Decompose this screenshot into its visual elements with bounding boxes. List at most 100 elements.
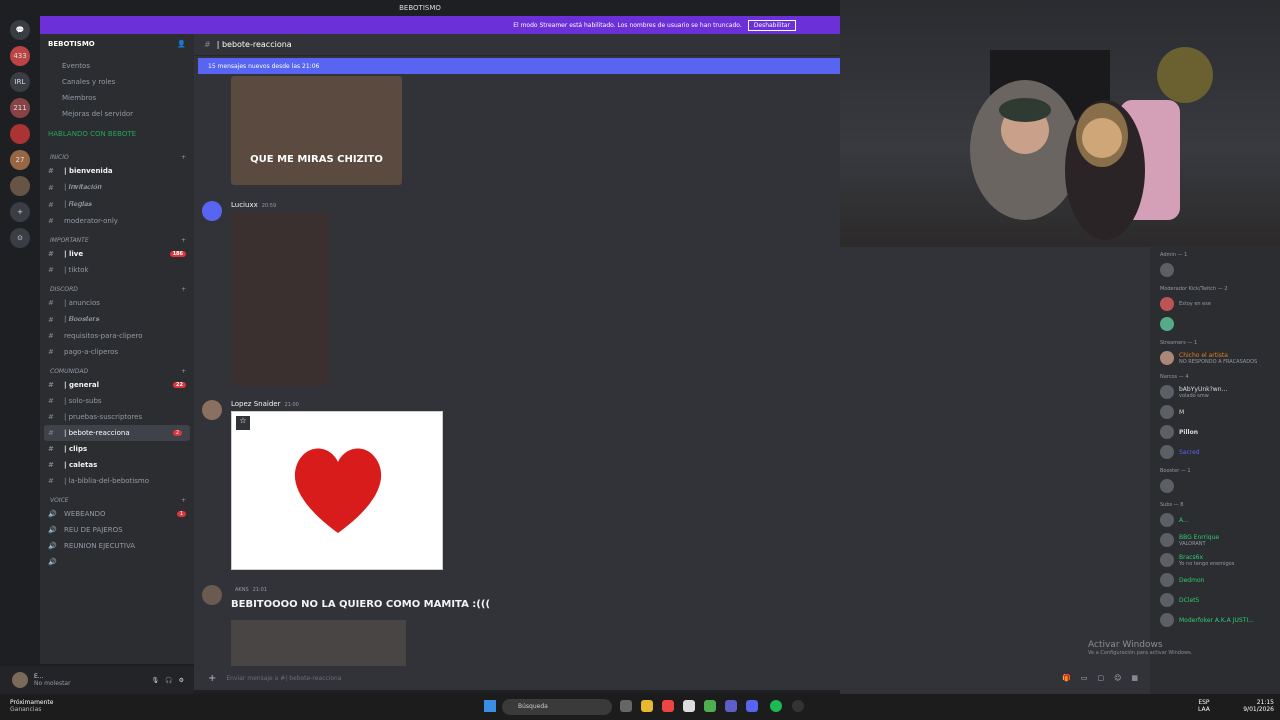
taskbar-search[interactable]: Búsqueda [502, 699, 612, 715]
channel-item[interactable]: # | clips [40, 441, 194, 457]
message-input[interactable]: Enviar mensaje a #| bebote-reacciona [226, 675, 341, 682]
attached-image[interactable] [231, 620, 406, 666]
star-icon[interactable]: ☆ [236, 416, 250, 430]
dm-icon[interactable]: 💬 [10, 20, 30, 40]
channel-item[interactable]: # pago-a-cliperos [40, 344, 194, 360]
channel-item[interactable]: # | bienvenida [40, 163, 194, 179]
voice-channel-item[interactable]: 🔊 REU DE PAJEROS [40, 522, 194, 538]
category-discord[interactable]: DISCORD + [40, 278, 194, 295]
channel-item[interactable]: # | caletas [40, 457, 194, 473]
message-author[interactable]: Lopez Snaider [231, 400, 280, 408]
server-icon[interactable] [10, 124, 30, 144]
category-voice[interactable]: VOICE + [40, 489, 194, 506]
avatar[interactable] [202, 201, 222, 221]
channel-item[interactable]: # | 𝑩𝒐𝒐𝒔𝒕𝒆𝒓𝒔 [40, 311, 194, 328]
explore-icon[interactable]: ⊙ [10, 228, 30, 248]
member-item[interactable]: bAbYyUnk?wn... volado smw [1150, 382, 1280, 402]
member-item[interactable]: Dedmon [1150, 570, 1280, 590]
message-author[interactable]: Luciuxx [231, 201, 258, 209]
file-explorer-icon[interactable] [641, 700, 653, 712]
meme-image[interactable]: QUE ME MIRAS CHIZITO [231, 76, 402, 185]
clock[interactable]: 21:15 9/01/2026 [1243, 699, 1274, 713]
add-channel-icon[interactable]: + [181, 237, 186, 244]
add-channel-icon[interactable]: + [181, 368, 186, 375]
add-server-icon[interactable]: + [10, 202, 30, 222]
voice-channel-item[interactable]: 🔊 [40, 554, 194, 570]
headphones-icon[interactable]: 🎧 [165, 677, 172, 684]
member-item[interactable] [1150, 260, 1280, 280]
channel-item-active[interactable]: # | bebote-reacciona 2 [44, 425, 190, 441]
voice-stage-item[interactable]: HABLANDO CON BEBOTE [40, 122, 194, 146]
member-item[interactable]: Sacred [1150, 442, 1280, 462]
channel-item[interactable]: # | tiktok [40, 262, 194, 278]
category-importante[interactable]: IMPORTANTE + [40, 229, 194, 246]
member-item[interactable]: Pillon [1150, 422, 1280, 442]
member-item[interactable]: M [1150, 402, 1280, 422]
member-item[interactable]: DClet5 [1150, 590, 1280, 610]
weather-widget[interactable]: Próximamente Ganancias [10, 699, 53, 713]
member-item[interactable] [1150, 476, 1280, 496]
calendar-icon[interactable] [683, 700, 695, 712]
channel-item[interactable]: # moderator-only [40, 213, 194, 229]
server-icon[interactable]: 211 [10, 98, 30, 118]
mic-icon[interactable]: 🎙 [152, 677, 160, 684]
member-item[interactable]: Chicho el artista NO RESPONDO A FRACASADO… [1150, 348, 1280, 368]
voice-channel-item[interactable]: 🔊 REUNION EJECUTIVA [40, 538, 194, 554]
add-channel-icon[interactable]: + [181, 154, 186, 161]
nav-server-boosts[interactable]: Mejoras del servidor [40, 106, 194, 122]
category-inicio[interactable]: INICIO + [40, 146, 194, 163]
server-header[interactable]: BEBOTISMO 👤 [40, 34, 194, 58]
sticker-icon[interactable]: ▢ [1097, 674, 1104, 682]
voice-channel-item[interactable]: 🔊 WEBEANDO 1 [40, 506, 194, 522]
channel-item[interactable]: # | 𝑹𝒆𝒈𝒍𝒂𝒔 [40, 196, 194, 213]
brave-icon[interactable] [662, 700, 674, 712]
disable-streamer-button[interactable]: Deshabilitar [747, 19, 796, 31]
new-messages-bar[interactable]: 15 mensajes nuevos desde las 21:06 [198, 58, 840, 74]
apps-icon[interactable]: ▦ [1131, 674, 1138, 682]
gif-icon[interactable]: ▭ [1081, 674, 1088, 682]
spotify-icon[interactable] [770, 700, 782, 712]
member-item[interactable]: Moderfoker A.K.A JUSTI... [1150, 610, 1280, 630]
channel-item[interactable]: # | anuncios [40, 295, 194, 311]
channel-item[interactable]: # requisitos-para-clipero [40, 328, 194, 344]
nav-channels-roles[interactable]: Canales y roles [40, 74, 194, 90]
channel-item[interactable]: # | 𝑰𝒏𝒗𝒊𝒕𝒂𝒄𝒊𝒐́𝒏 [40, 179, 194, 196]
channel-item[interactable]: # | solo-subs [40, 393, 194, 409]
nav-events[interactable]: Eventos [40, 58, 194, 74]
member-item[interactable]: A... [1150, 510, 1280, 530]
task-view-icon[interactable] [620, 700, 632, 712]
teams-icon[interactable] [725, 700, 737, 712]
channel-item[interactable]: # | live 186 [40, 246, 194, 262]
avatar[interactable] [202, 585, 222, 605]
member-item[interactable] [1150, 314, 1280, 334]
discord-icon[interactable] [746, 700, 758, 712]
avatar[interactable] [202, 400, 222, 420]
add-channel-icon[interactable]: + [181, 286, 186, 293]
chrome-icon[interactable] [704, 700, 716, 712]
channel-item[interactable]: # | la-biblia-del-bebotismo [40, 473, 194, 489]
add-member-icon[interactable]: 👤 [177, 40, 186, 52]
plus-icon[interactable]: + [208, 673, 216, 684]
emoji-icon[interactable]: ☺ [1114, 674, 1121, 682]
obs-icon[interactable] [792, 700, 804, 712]
gift-icon[interactable]: 🎁 [1062, 674, 1071, 682]
server-icon[interactable]: IRL [10, 72, 30, 92]
nav-members[interactable]: Miembros [40, 90, 194, 106]
server-icon[interactable]: 433 [10, 46, 30, 66]
channel-item[interactable]: # | general 22 [40, 377, 194, 393]
mention-badge: 186 [169, 251, 186, 257]
server-icon[interactable]: 27 [10, 150, 30, 170]
windows-start-icon[interactable] [484, 700, 496, 712]
member-item[interactable]: Bracs6x Yo no tengo enemigos [1150, 550, 1280, 570]
language-indicator[interactable]: ESP LAA [1198, 699, 1210, 713]
avatar[interactable] [12, 672, 28, 688]
attached-image[interactable] [231, 212, 329, 386]
gear-icon[interactable]: ⚙ [179, 677, 184, 684]
member-item[interactable]: Estoy en ese [1150, 294, 1280, 314]
member-item[interactable]: BBG Enrrique VALORANT [1150, 530, 1280, 550]
heart-image[interactable]: ☆ [231, 411, 443, 570]
add-channel-icon[interactable]: + [181, 497, 186, 504]
server-icon[interactable] [10, 176, 30, 196]
channel-item[interactable]: # | pruebas-suscriptores [40, 409, 194, 425]
category-comunidad[interactable]: COMUNIDAD + [40, 360, 194, 377]
